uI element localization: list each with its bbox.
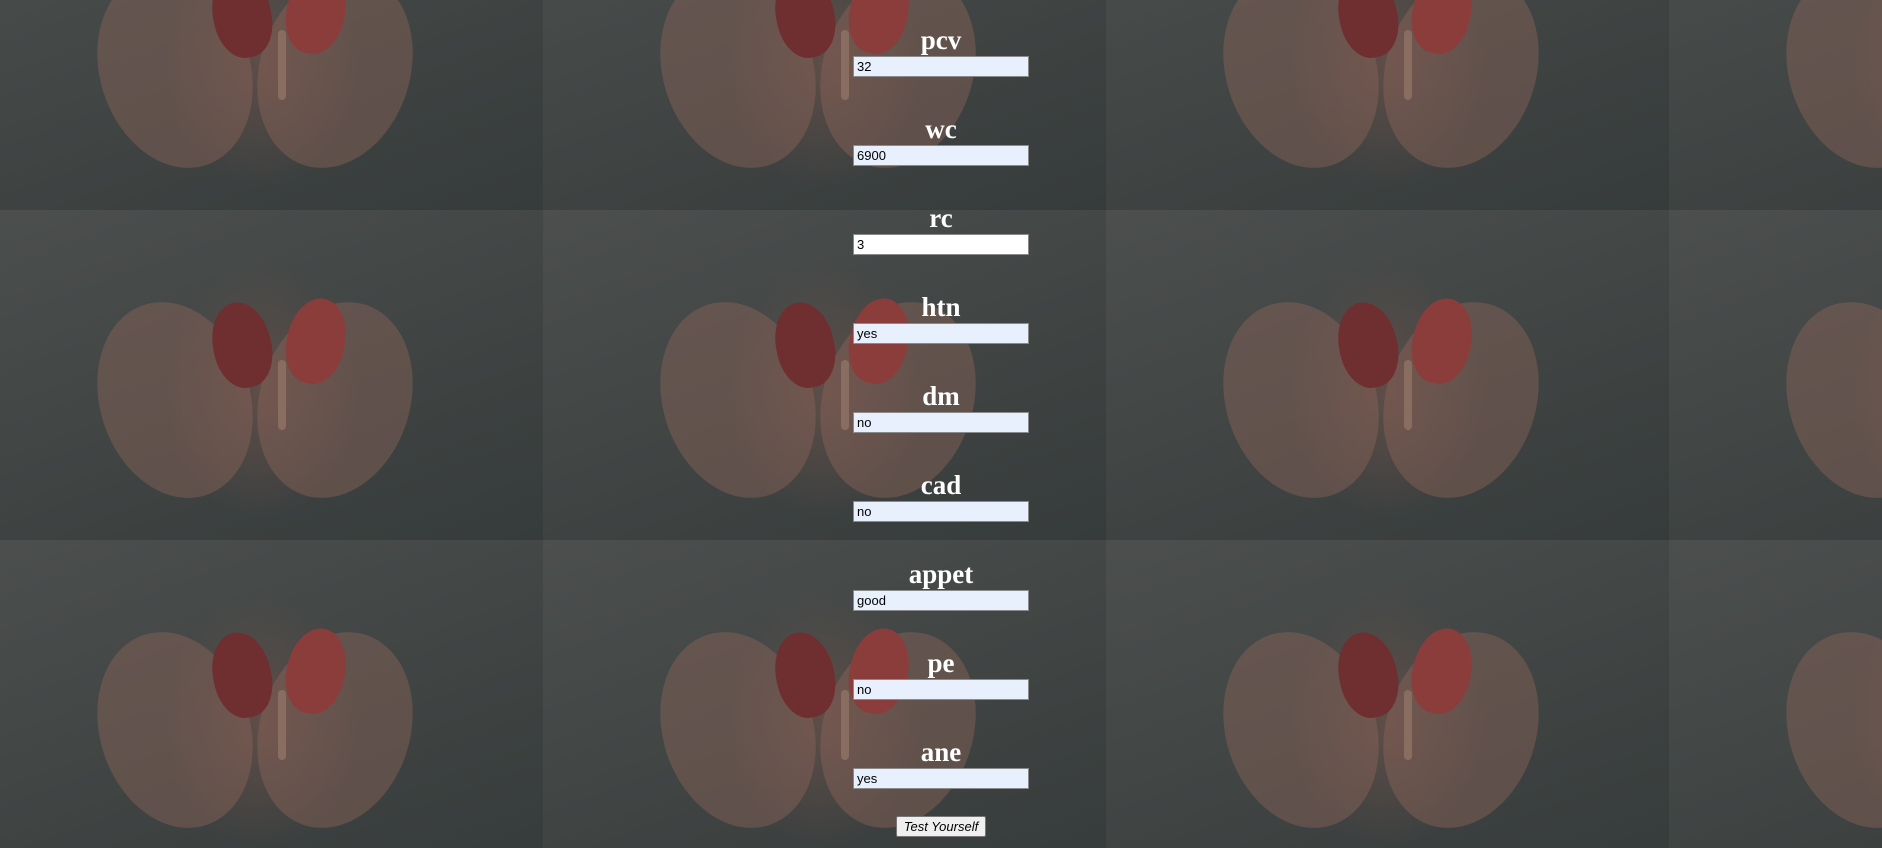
pe-label: pe xyxy=(927,648,955,678)
field-pcv: pcv xyxy=(853,24,1029,113)
cad-input[interactable] xyxy=(853,501,1029,522)
kidneys-in-hands-image xyxy=(0,210,543,540)
kidneys-in-hands-image xyxy=(1669,210,1882,540)
field-ane: ane xyxy=(853,736,1029,825)
wc-label: wc xyxy=(925,114,957,144)
field-dm: dm xyxy=(853,380,1029,469)
field-pe: pe xyxy=(853,647,1029,736)
ane-input[interactable] xyxy=(853,768,1029,789)
htn-input[interactable] xyxy=(853,323,1029,344)
kidneys-in-hands-image xyxy=(1669,540,1882,848)
field-wc: wc xyxy=(853,113,1029,202)
test-yourself-button[interactable]: Test Yourself xyxy=(895,816,987,837)
dm-input[interactable] xyxy=(853,412,1029,433)
prediction-form: pcv wc rc htn dm cad appet pe ane Test Y… xyxy=(853,24,1029,837)
dm-label: dm xyxy=(922,381,960,411)
field-appet: appet xyxy=(853,558,1029,647)
pcv-input[interactable] xyxy=(853,56,1029,77)
kidneys-in-hands-image xyxy=(1106,0,1669,210)
kidneys-in-hands-image xyxy=(0,540,543,848)
kidneys-in-hands-image xyxy=(1106,210,1669,540)
rc-input[interactable] xyxy=(853,234,1029,255)
wc-input[interactable] xyxy=(853,145,1029,166)
kidneys-in-hands-image xyxy=(0,0,543,210)
appet-input[interactable] xyxy=(853,590,1029,611)
rc-label: rc xyxy=(929,203,953,233)
htn-label: htn xyxy=(921,292,961,322)
pcv-label: pcv xyxy=(920,25,962,55)
kidneys-in-hands-image xyxy=(1669,0,1882,210)
appet-label: appet xyxy=(908,559,974,589)
field-htn: htn xyxy=(853,291,1029,380)
submit-row: Test Yourself xyxy=(853,816,1029,837)
field-rc: rc xyxy=(853,202,1029,291)
kidneys-in-hands-image xyxy=(1106,540,1669,848)
pe-input[interactable] xyxy=(853,679,1029,700)
field-cad: cad xyxy=(853,469,1029,558)
cad-label: cad xyxy=(920,470,962,500)
ane-label: ane xyxy=(920,737,962,767)
